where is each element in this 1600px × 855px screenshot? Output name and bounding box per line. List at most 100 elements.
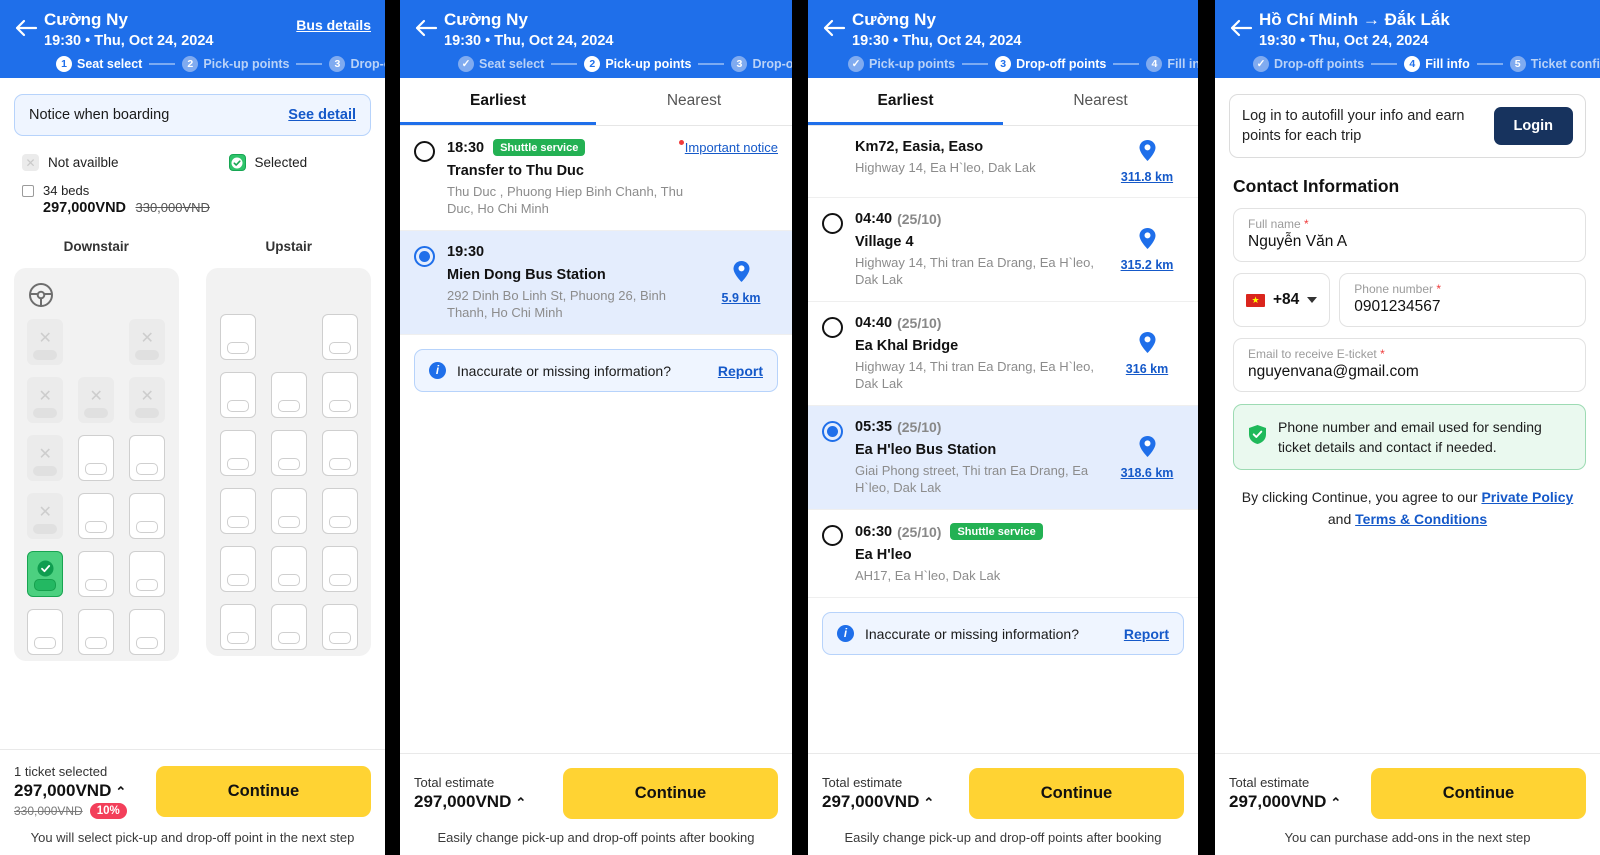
seat-available[interactable] [129,609,166,655]
bed-type-row[interactable]: 34 beds [0,171,385,198]
stop-item[interactable]: 18:30 Shuttle service Transfer to Thu Duc T… [400,126,792,231]
stop-item[interactable]: 06:30 (25/10) Shuttle service Ea H'leo AH17,… [808,510,1198,598]
stop-item[interactable]: 04:40 (25/10) Village 4 Highway 14, Thi tra… [808,198,1198,302]
seat-available[interactable] [129,493,166,539]
back-button[interactable] [822,10,852,38]
seat-unavailable[interactable]: ✕ [27,435,64,481]
stop-radio[interactable] [822,213,843,234]
seat-available[interactable] [321,372,358,418]
bus-details-link[interactable]: Bus details [296,10,371,33]
total-price[interactable]: 297,000VND ⌃ [822,792,934,812]
step-2[interactable]: 2 Pick-up points [182,56,289,72]
stop-distance-value[interactable]: 315.2 km [1121,258,1174,272]
login-button[interactable]: Login [1493,107,1573,145]
phone-field[interactable]: Phone number * 0901234567 [1339,273,1586,327]
seat-unavailable[interactable]: ✕ [78,377,115,423]
stop-distance-value[interactable]: 316 km [1126,362,1168,376]
step-4[interactable]: 4 Fill info [1404,56,1470,72]
seat-selected[interactable] [27,551,64,597]
private-policy-link[interactable]: Private Policy [1481,489,1573,505]
seat-available[interactable] [219,372,256,418]
continue-button[interactable]: Continue [1371,768,1586,819]
stop-distance-value[interactable]: 5.9 km [722,291,761,305]
stop-radio[interactable] [414,141,435,162]
back-button[interactable] [1229,10,1259,38]
seat-available[interactable] [27,609,64,655]
seat-available[interactable] [78,609,115,655]
seat-available[interactable] [219,488,256,534]
continue-button[interactable]: Continue [156,766,371,817]
full-name-value[interactable]: Nguyễn Văn A [1248,233,1571,251]
seat-available[interactable] [270,430,307,476]
tab-nearest[interactable]: Nearest [596,78,792,125]
step-5[interactable]: 5 Ticket confirm [1509,56,1600,72]
seat-available[interactable] [219,546,256,592]
report-link[interactable]: Report [1124,626,1169,642]
step-3[interactable]: 3 Drop-off points [329,56,385,72]
seat-available[interactable] [78,493,115,539]
seat-available[interactable] [270,546,307,592]
phone-value[interactable]: 0901234567 [1354,298,1571,316]
see-detail-link[interactable]: See detail [288,107,356,123]
terms-conditions-link[interactable]: Terms & Conditions [1355,511,1487,527]
seat-available[interactable] [270,604,307,650]
seat-available[interactable] [129,435,166,481]
seat-available[interactable] [129,551,166,597]
stop-distance-value[interactable]: 311.8 km [1121,170,1173,184]
back-button[interactable] [414,10,444,38]
stop-item[interactable]: 05:35 (25/10) Ea H'leo Bus Station Giai Pho… [808,406,1198,510]
seat-unavailable[interactable]: ✕ [129,319,166,365]
seat-available[interactable] [270,372,307,418]
total-price[interactable]: 297,000VND ⌃ [14,781,127,801]
tab-earliest[interactable]: Earliest [400,78,596,125]
step-1[interactable]: ✓ Seat select [458,56,544,72]
tab-earliest[interactable]: Earliest [808,78,1003,125]
step-2[interactable]: 2 Pick-up points [584,56,691,72]
step-3[interactable]: 3 Drop-off [731,56,792,72]
seat-unavailable[interactable]: ✕ [27,319,64,365]
step-4[interactable]: 4 Fill info [1146,56,1198,72]
seat-available[interactable] [78,551,115,597]
email-value[interactable]: nguyenvana@gmail.com [1248,363,1571,381]
stop-item[interactable]: 04:40 (25/10) Ea Khal Bridge Highway 14, Th… [808,302,1198,406]
step-1[interactable]: 1 Seat select [56,56,142,72]
total-price[interactable]: 297,000VND ⌃ [414,792,526,812]
expand-chevron-icon[interactable]: ⌃ [515,795,526,811]
seat-available[interactable] [270,488,307,534]
stop-distance-value[interactable]: 318.6 km [1121,466,1174,480]
country-code-select[interactable]: ★ +84 [1233,273,1331,327]
deck-upstair-seats[interactable] [218,314,359,650]
seat-available[interactable] [321,488,358,534]
chevron-down-icon[interactable] [1307,297,1318,303]
stop-item[interactable]: Km72, Easia, Easo Highway 14, Ea H`leo, D… [808,126,1198,198]
stop-item[interactable]: 19:30 Mien Dong Bus Station 292 Dinh Bo Li… [400,231,792,335]
deck-downstair-seats[interactable]: ✕ ✕ ✕ ✕ ✕ ✕ ✕ [26,319,167,655]
continue-button[interactable]: Continue [563,768,778,819]
expand-chevron-icon[interactable]: ⌃ [923,795,934,811]
back-button[interactable] [14,10,44,38]
full-name-field[interactable]: Full name * Nguyễn Văn A [1233,208,1586,262]
seat-unavailable[interactable]: ✕ [27,493,64,539]
seat-available[interactable] [219,314,256,360]
important-notice-link[interactable]: Important notice [678,140,778,155]
seat-available[interactable] [321,604,358,650]
step-3[interactable]: 3 Drop-off points [995,56,1106,72]
seat-available[interactable] [321,546,358,592]
email-field[interactable]: Email to receive E-ticket * nguyenvana@g… [1233,338,1586,392]
step-2[interactable]: ✓ Pick-up points [848,56,955,72]
stop-radio-selected[interactable] [822,421,843,442]
step-3[interactable]: ✓ Drop-off points [1253,56,1364,72]
seat-available[interactable] [321,430,358,476]
seat-unavailable[interactable]: ✕ [129,377,166,423]
expand-chevron-icon[interactable]: ⌃ [115,784,126,800]
seat-unavailable[interactable]: ✕ [27,377,64,423]
seat-available[interactable] [219,430,256,476]
stop-radio-selected[interactable] [414,246,435,267]
seat-available[interactable] [78,435,115,481]
expand-chevron-icon[interactable]: ⌃ [1330,795,1341,811]
total-price[interactable]: 297,000VND ⌃ [1229,792,1341,812]
report-link[interactable]: Report [718,363,763,379]
stop-radio[interactable] [822,317,843,338]
stop-radio[interactable] [822,525,843,546]
continue-button[interactable]: Continue [969,768,1184,819]
